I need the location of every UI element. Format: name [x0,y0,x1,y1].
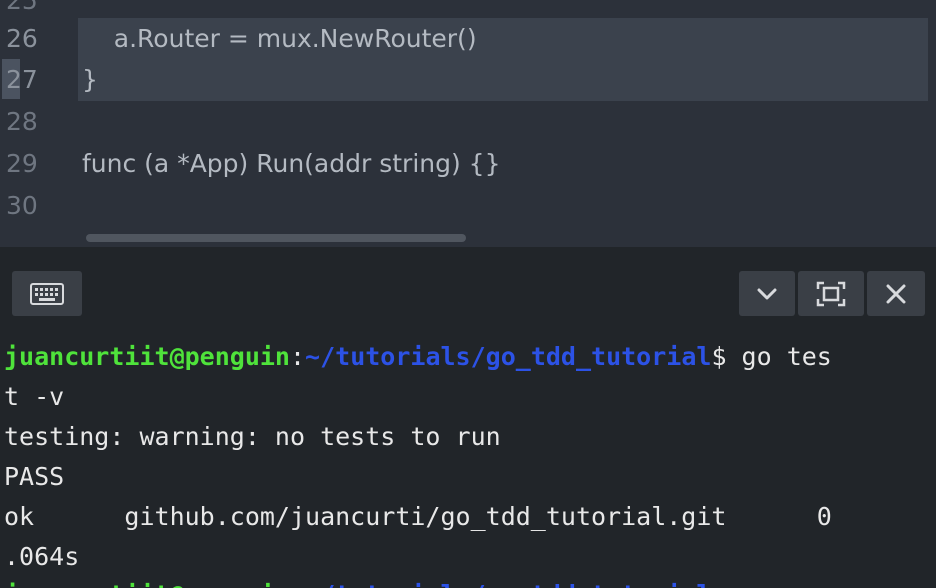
line-number: 28 [6,107,38,136]
output-line: ok github.com/juancurti/go_tdd_tutorial.… [4,502,832,531]
line-highlight [78,59,928,101]
output-line: .064s [4,542,80,571]
next-prompt-line-clipped: juancurtiit@penguin:~/tutorials/go_tdd_t… [4,575,711,588]
code-line-highlighted: 27 } [0,59,936,101]
prompt-line: juancurtiit@penguin:~/tutorials/go_tdd_t… [4,337,832,377]
app-root: 25 26 a.Router = mux.NewRouter() 27 } 28… [0,0,936,588]
maximize-terminal-button[interactable] [798,271,864,316]
prompt-user: juancurtiit@penguin [4,580,290,588]
code-line: 29 func (a *App) Run(addr string) {} [0,143,936,185]
line-number: 30 [6,191,38,220]
code-line-highlighted: 26 a.Router = mux.NewRouter() [0,18,936,60]
code-text: func (a *App) Run(addr string) {} [82,149,501,178]
command-wrap-line: t -v [4,382,65,411]
code-line: 28 [0,101,936,143]
prompt-user: juancurtiit@penguin [4,342,290,371]
line-number: 26 [6,24,38,53]
terminal-toolbar [0,247,936,327]
output-line: testing: warning: no tests to run [4,422,501,451]
keyboard-icon [30,282,64,305]
keyboard-button[interactable] [12,271,82,316]
output-line: PASS [4,462,65,491]
collapse-terminal-button[interactable] [739,271,795,316]
code-text: a.Router = mux.NewRouter() [82,24,477,53]
horizontal-scrollbar[interactable] [86,234,466,242]
prompt-command: $ go tes [711,342,832,371]
line-number: 29 [6,149,38,178]
maximize-icon [816,281,846,306]
code-text: } [82,65,98,94]
prompt-colon: : [289,342,306,371]
line-number: 27 [6,65,38,94]
prompt-colon: : [290,580,305,588]
prompt-path: ~/tutorials/go_tdd_tutorial [305,580,711,588]
close-terminal-button[interactable] [867,271,925,316]
code-editor[interactable]: 25 26 a.Router = mux.NewRouter() 27 } 28… [0,0,936,247]
close-icon [886,284,906,303]
chevron-down-icon [757,288,777,299]
terminal-output[interactable]: juancurtiit@penguin:~/tutorials/go_tdd_t… [0,327,936,588]
prompt-path: ~/tutorials/go_tdd_tutorial [305,342,712,371]
code-line: 30 [0,185,936,227]
